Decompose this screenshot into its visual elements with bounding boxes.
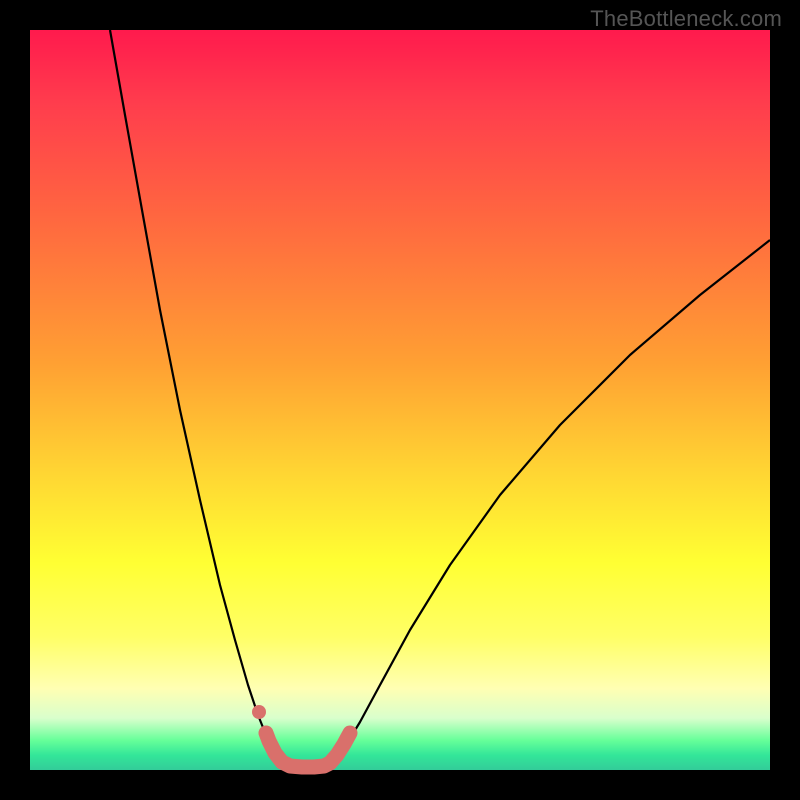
chart-frame: TheBottleneck.com (0, 0, 800, 800)
highlight-dot (252, 705, 266, 719)
bottleneck-curve (110, 30, 770, 770)
highlight-segment (266, 733, 350, 767)
watermark-text: TheBottleneck.com (590, 6, 782, 32)
curve-layer (30, 30, 770, 770)
plot-area (30, 30, 770, 770)
